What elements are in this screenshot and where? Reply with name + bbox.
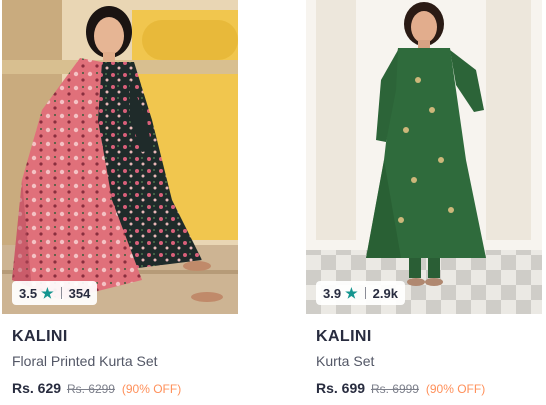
product-name[interactable]: Floral Printed Kurta Set	[12, 352, 238, 370]
rating-divider	[60, 287, 62, 299]
product-image[interactable]: 3.5 ★ 354	[2, 0, 238, 314]
product-photo-green-kurta	[306, 0, 542, 314]
rating-badge: 3.9 ★ 2.9k	[316, 281, 405, 305]
product-price: Rs. 699 Rs. 6999 (90% OFF)	[316, 379, 542, 398]
product-image[interactable]: 3.9 ★ 2.9k	[306, 0, 542, 314]
rating-badge: 3.5 ★ 354	[12, 281, 98, 305]
rating-count: 354	[68, 285, 91, 301]
product-price: Rs. 629 Rs. 6299 (90% OFF)	[12, 379, 238, 398]
star-icon: ★	[345, 285, 358, 301]
product-name[interactable]: Kurta Set	[316, 352, 542, 370]
rating-value: 3.9	[323, 285, 342, 301]
original-price: Rs. 6999	[370, 382, 419, 396]
product-card[interactable]: 3.9 ★ 2.9k KALINI Kurta Set Rs. 699 Rs. …	[306, 0, 542, 398]
product-brand[interactable]: KALINI	[12, 328, 238, 346]
star-icon: ★	[41, 285, 54, 301]
discount-label: (90% OFF)	[425, 382, 486, 396]
rating-count: 2.9k	[372, 285, 398, 301]
selling-price: Rs. 629	[12, 380, 62, 396]
rating-divider	[364, 287, 366, 299]
selling-price: Rs. 699	[316, 380, 366, 396]
original-price: Rs. 6299	[66, 382, 115, 396]
product-card[interactable]: 3.5 ★ 354 KALINI Floral Printed Kurta Se…	[2, 0, 238, 398]
discount-label: (90% OFF)	[121, 382, 182, 396]
product-brand[interactable]: KALINI	[316, 328, 542, 346]
product-photo-pink-kurta	[2, 0, 238, 314]
rating-value: 3.5	[19, 285, 38, 301]
